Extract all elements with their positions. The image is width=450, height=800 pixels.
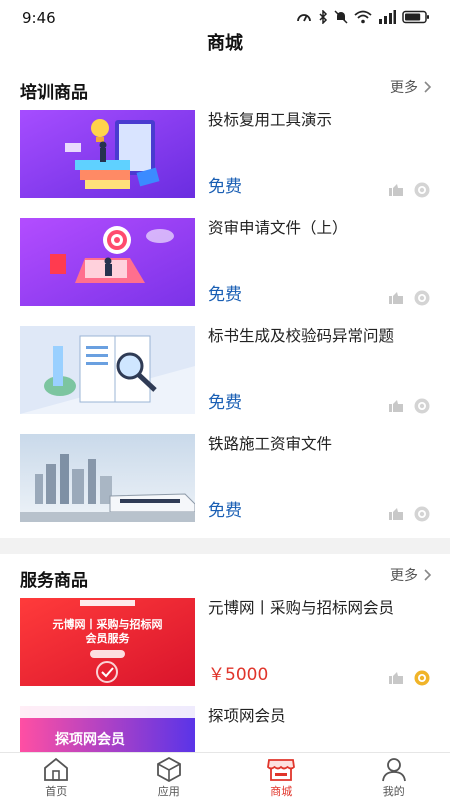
user-icon	[381, 758, 406, 782]
section-title: 培训商品	[20, 83, 88, 103]
product-price: 免费	[208, 393, 242, 413]
banner-text: 元博网丨采购与招标网	[53, 617, 163, 631]
product-price: ￥5000	[208, 665, 269, 685]
product-title: 铁路施工资审文件	[208, 435, 333, 453]
product-title: 元博网丨采购与招标网会员	[208, 599, 395, 617]
product-icons	[388, 290, 430, 306]
status-icons	[296, 10, 430, 24]
chevron-right-icon	[424, 569, 432, 581]
product-thumbnail[interactable]	[20, 326, 195, 414]
page-title: 商城	[207, 33, 243, 54]
product-price: 免费	[208, 285, 242, 305]
product-item[interactable]: 标书生成及校验码异常问题 免费	[0, 322, 450, 430]
coin-badge-icon[interactable]	[414, 398, 430, 414]
product-thumbnail[interactable]	[20, 218, 195, 306]
signal-icon	[379, 10, 396, 24]
battery-icon	[402, 10, 429, 24]
chevron-right-icon	[424, 81, 432, 93]
section-header: 培训商品 更多	[0, 66, 450, 106]
bulb-books-illustration	[20, 110, 195, 198]
banner-subtext: 会员服务	[86, 631, 131, 645]
thumbs-up-icon[interactable]	[388, 508, 404, 520]
product-item[interactable]: 元博网丨采购与招标网 会员服务 元博网丨采购与招标网会员 ￥5000	[0, 594, 450, 702]
training-section: 培训商品 更多 投标复用工具演示 免费 资审申请文件（上） 免费 标书生成及校验…	[0, 66, 450, 538]
tab-label: 商城	[270, 785, 293, 798]
thumbs-up-icon[interactable]	[388, 400, 404, 412]
target-laptop-illustration	[20, 218, 195, 306]
product-item[interactable]: 探项网会员 探项网会员	[0, 702, 450, 752]
product-icons	[388, 398, 430, 414]
coin-badge-icon[interactable]	[414, 506, 430, 522]
section-title: 服务商品	[20, 571, 88, 591]
bluetooth-icon	[319, 10, 328, 24]
cube-icon	[156, 756, 181, 782]
thumbs-up-icon[interactable]	[388, 672, 404, 684]
store-icon	[267, 759, 296, 781]
content-scroll[interactable]: 培训商品 更多 投标复用工具演示 免费 资审申请文件（上） 免费 标书生成及校验…	[0, 66, 450, 752]
banner-text: 探项网会员	[55, 731, 125, 747]
product-icons	[388, 670, 430, 686]
bottom-tab-bar: 首页 应用 商城 我的	[0, 752, 450, 800]
coin-badge-icon[interactable]	[414, 182, 430, 198]
product-price: 免费	[208, 501, 242, 521]
product-thumbnail[interactable]	[20, 110, 195, 198]
gold-coin-badge-icon[interactable]	[414, 670, 430, 686]
thumbs-up-icon[interactable]	[388, 184, 404, 196]
red-banner: 元博网丨采购与招标网 会员服务	[20, 598, 195, 686]
service-section: 服务商品 更多 元博网丨采购与招标网 会员服务 元博网丨采购与招标网会员 ￥50…	[0, 554, 450, 752]
product-thumbnail[interactable]: 探项网会员	[20, 706, 195, 752]
product-title: 资审申请文件（上）	[208, 219, 348, 237]
product-title: 探项网会员	[208, 707, 286, 725]
section-header: 服务商品 更多	[0, 554, 450, 594]
product-item[interactable]: 投标复用工具演示 免费	[0, 106, 450, 214]
home-icon	[44, 757, 69, 781]
more-link[interactable]: 更多	[390, 77, 432, 97]
city-train-photo	[20, 434, 195, 522]
tab-label: 首页	[45, 785, 68, 798]
product-item[interactable]: 铁路施工资审文件 免费	[0, 430, 450, 538]
tab-profile[interactable]: 我的	[338, 753, 450, 800]
more-link[interactable]: 更多	[390, 565, 432, 585]
section-divider	[0, 538, 450, 554]
more-label: 更多	[390, 568, 418, 584]
wifi-icon	[354, 10, 372, 24]
data-speed-icon	[297, 14, 311, 22]
page-header: 商城	[0, 34, 450, 66]
mute-bell-icon	[334, 10, 348, 24]
tab-apps[interactable]: 应用	[113, 753, 226, 800]
product-title: 投标复用工具演示	[208, 111, 333, 129]
more-label: 更多	[390, 80, 418, 96]
product-thumbnail[interactable]	[20, 434, 195, 522]
tab-home[interactable]: 首页	[0, 753, 113, 800]
status-time: 9:46	[22, 9, 56, 27]
magnifier-book-illustration	[20, 326, 195, 414]
tab-store[interactable]: 商城	[225, 753, 338, 800]
status-bar: 9:46	[0, 0, 450, 34]
product-title: 标书生成及校验码异常问题	[208, 327, 395, 345]
product-price: 免费	[208, 177, 242, 197]
product-item[interactable]: 资审申请文件（上） 免费	[0, 214, 450, 322]
product-icons	[388, 506, 430, 522]
tab-label: 应用	[157, 785, 180, 798]
product-icons	[388, 182, 430, 198]
product-thumbnail[interactable]: 元博网丨采购与招标网 会员服务	[20, 598, 195, 686]
tab-label: 我的	[382, 785, 405, 798]
thumbs-up-icon[interactable]	[388, 292, 404, 304]
coin-badge-icon[interactable]	[414, 290, 430, 306]
purple-banner: 探项网会员	[20, 706, 195, 752]
